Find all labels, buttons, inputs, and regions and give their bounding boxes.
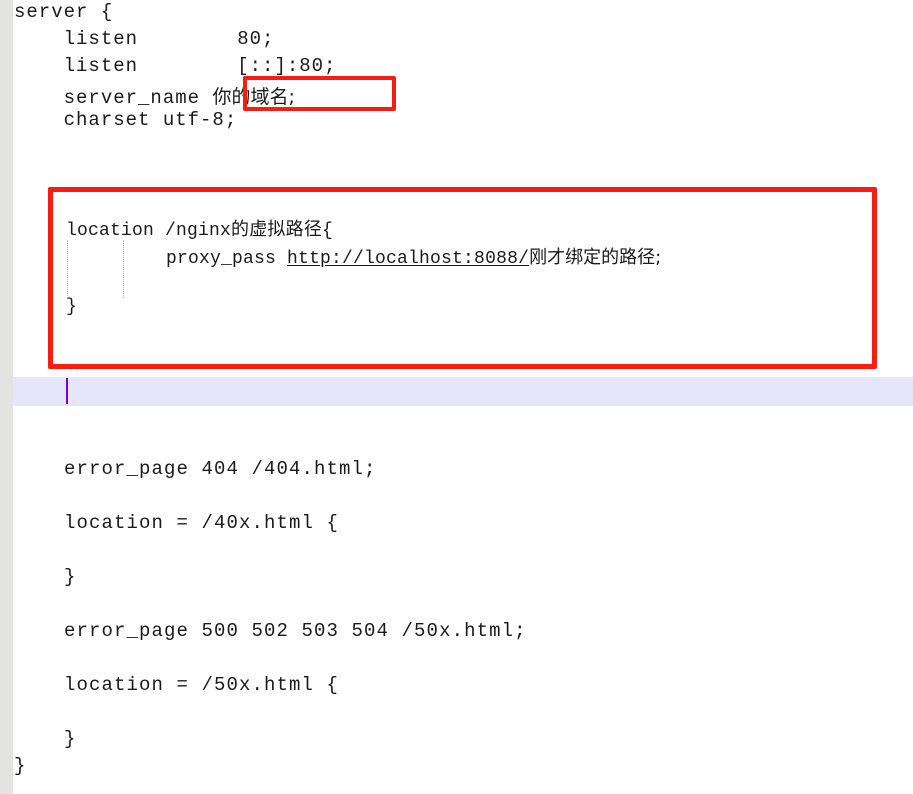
server-name-directive: server_name bbox=[14, 87, 213, 109]
code-line-charset[interactable]: charset utf-8; bbox=[14, 109, 237, 131]
proxy-pass-directive: proxy_pass bbox=[122, 249, 288, 269]
code-line-location-50x[interactable]: location = /50x.html { bbox=[14, 674, 339, 696]
code-line-location-40x[interactable]: location = /40x.html { bbox=[14, 512, 339, 534]
code-line-listen-ipv6[interactable]: listen [::]:80; bbox=[14, 55, 336, 77]
code-line-location-open[interactable]: location /nginx的虚拟路径{ bbox=[66, 215, 333, 241]
nginx-config-editor: server { listen 80; listen [::]:80; serv… bbox=[0, 0, 913, 794]
location-directive-text: location /nginx的虚拟路径{ bbox=[66, 221, 334, 241]
text-caret bbox=[66, 378, 68, 404]
code-line-close-40x[interactable]: } bbox=[14, 566, 77, 588]
code-line-close-server[interactable]: } bbox=[14, 755, 27, 777]
editor-gutter bbox=[0, 0, 13, 794]
proxy-pass-url[interactable]: http://localhost:8088/ bbox=[287, 249, 529, 269]
code-line-close-50x[interactable]: } bbox=[14, 728, 77, 750]
code-line-server-open[interactable]: server { bbox=[14, 1, 113, 23]
code-line-proxy-pass[interactable]: proxy_pass http://localhost:8088/刚才绑定的路径… bbox=[122, 243, 661, 269]
indent-guide-level-1 bbox=[67, 240, 68, 298]
code-line-error-page-50x[interactable]: error_page 500 502 503 504 /50x.html; bbox=[14, 620, 527, 642]
code-line-listen-80[interactable]: listen 80; bbox=[14, 28, 274, 50]
code-line-location-close[interactable]: } bbox=[66, 297, 77, 317]
current-line-highlight bbox=[13, 377, 913, 406]
annotation-box-domain-name bbox=[243, 76, 396, 111]
code-line-error-page-404[interactable]: error_page 404 /404.html; bbox=[14, 458, 377, 480]
proxy-pass-path-note: 刚才绑定的路径; bbox=[529, 247, 662, 268]
